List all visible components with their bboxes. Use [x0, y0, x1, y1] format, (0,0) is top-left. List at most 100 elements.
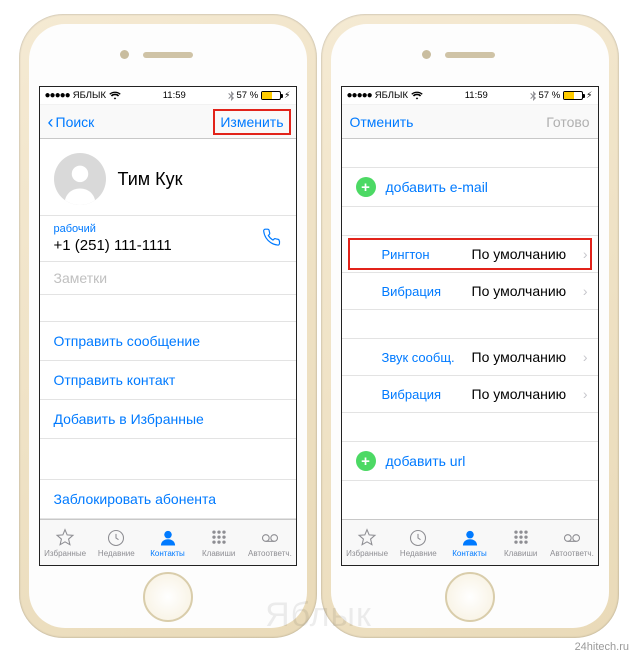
- cancel-label: Отменить: [350, 114, 414, 130]
- tab-label: Недавние: [98, 549, 135, 558]
- battery-icon: [261, 91, 281, 100]
- plus-icon: +: [356, 177, 376, 197]
- tab-voicemail[interactable]: Автоответч.: [244, 520, 295, 565]
- call-icon[interactable]: [262, 227, 282, 250]
- tab-label: Клавиши: [504, 549, 537, 558]
- clock: 11:59: [465, 90, 488, 101]
- contact-header: Тим Кук: [40, 139, 296, 215]
- add-url-label: добавить url: [386, 453, 466, 469]
- screen-right: ●●●●● ЯБЛЫК 11:59 57 % ⚡︎: [341, 86, 599, 566]
- keypad-icon: [208, 528, 230, 548]
- contact-name: Тим Кук: [118, 169, 183, 190]
- add-favorite-button[interactable]: Добавить в Избранные: [40, 399, 296, 439]
- tab-label: Недавние: [400, 549, 437, 558]
- star-icon: [54, 528, 76, 548]
- vibration2-label: Вибрация: [382, 387, 472, 402]
- charging-icon: ⚡︎: [586, 90, 592, 101]
- phone-row[interactable]: рабочий +1 (251) 111-1111: [40, 215, 296, 261]
- chevron-right-icon: ›: [583, 386, 588, 402]
- keypad-icon: [510, 528, 532, 548]
- person-icon: [157, 528, 179, 548]
- phone-right: ●●●●● ЯБЛЫК 11:59 57 % ⚡︎: [321, 14, 619, 638]
- nav-bar: ‹ Поиск Изменить: [40, 105, 296, 139]
- wifi-icon: [109, 91, 121, 100]
- text-tone-value: По умолчанию: [472, 349, 583, 365]
- done-button[interactable]: Готово: [546, 114, 589, 130]
- bluetooth-icon: [228, 91, 234, 101]
- ringtone-label: Рингтон: [382, 247, 472, 262]
- credit: 24hitech.ru: [575, 641, 629, 653]
- chevron-right-icon: ›: [583, 283, 588, 299]
- tab-label: Контакты: [150, 549, 185, 558]
- voicemail-icon: [561, 528, 583, 548]
- tab-keypad[interactable]: Клавиши: [495, 520, 546, 565]
- wifi-icon: [411, 91, 423, 100]
- clock-icon: [407, 528, 429, 548]
- plus-icon: +: [356, 451, 376, 471]
- chevron-right-icon: ›: [583, 349, 588, 365]
- tab-label: Автоответч.: [248, 549, 292, 558]
- battery-icon: [563, 91, 583, 100]
- carrier-label: ЯБЛЫК: [375, 90, 408, 101]
- edit-label: Изменить: [220, 114, 283, 130]
- tab-label: Избранные: [44, 549, 86, 558]
- back-button[interactable]: ‹ Поиск: [48, 113, 95, 131]
- chevron-left-icon: ‹: [48, 113, 54, 131]
- send-message-button[interactable]: Отправить сообщение: [40, 321, 296, 360]
- tab-label: Контакты: [452, 549, 487, 558]
- front-camera: [120, 50, 129, 59]
- text-tone-label: Звук сообщ.: [382, 350, 472, 365]
- clock-icon: [105, 528, 127, 548]
- tab-label: Избранные: [346, 549, 388, 558]
- tab-contacts[interactable]: Контакты: [142, 520, 193, 565]
- avatar: [54, 153, 106, 205]
- tab-bar: Избранные Недавние Контакты Клавиши: [40, 519, 296, 565]
- status-bar: ●●●●● ЯБЛЫК 11:59 57 % ⚡︎: [40, 87, 296, 105]
- screen-left: ●●●●● ЯБЛЫК 11:59 57 % ⚡︎: [39, 86, 297, 566]
- speaker-slot: [445, 52, 495, 58]
- tab-contacts[interactable]: Контакты: [444, 520, 495, 565]
- speaker-slot: [143, 52, 193, 58]
- home-button[interactable]: [445, 572, 495, 622]
- tab-recents[interactable]: Недавние: [393, 520, 444, 565]
- tab-favorites[interactable]: Избранные: [342, 520, 393, 565]
- phone-left: ●●●●● ЯБЛЫК 11:59 57 % ⚡︎: [19, 14, 317, 638]
- tab-voicemail[interactable]: Автоответч.: [546, 520, 597, 565]
- vibration-row[interactable]: Вибрация По умолчанию ›: [342, 272, 598, 310]
- ringtone-value: По умолчанию: [472, 246, 583, 262]
- send-contact-button[interactable]: Отправить контакт: [40, 360, 296, 399]
- notes-field[interactable]: Заметки: [40, 261, 296, 295]
- home-button[interactable]: [143, 572, 193, 622]
- clock: 11:59: [163, 90, 186, 101]
- edit-button[interactable]: Изменить: [216, 112, 287, 132]
- add-url-button[interactable]: + добавить url: [342, 441, 598, 481]
- add-email-label: добавить e-mail: [386, 179, 488, 195]
- carrier-label: ЯБЛЫК: [73, 90, 106, 101]
- vibration-value: По умолчанию: [472, 283, 583, 299]
- cancel-button[interactable]: Отменить: [350, 114, 414, 130]
- vibration2-row[interactable]: Вибрация По умолчанию ›: [342, 375, 598, 413]
- phone-type-label: рабочий: [54, 223, 282, 235]
- star-icon: [356, 528, 378, 548]
- tab-recents[interactable]: Недавние: [91, 520, 142, 565]
- vibration-label: Вибрация: [382, 284, 472, 299]
- vibration2-value: По умолчанию: [472, 386, 583, 402]
- add-email-button[interactable]: + добавить e-mail: [342, 167, 598, 207]
- charging-icon: ⚡︎: [284, 90, 290, 101]
- voicemail-icon: [259, 528, 281, 548]
- front-camera: [422, 50, 431, 59]
- battery-pct: 57 %: [237, 90, 259, 101]
- bluetooth-icon: [530, 91, 536, 101]
- tab-bar: Избранные Недавние Контакты Клавиши: [342, 519, 598, 565]
- nav-bar: Отменить Готово: [342, 105, 598, 139]
- text-tone-row[interactable]: Звук сообщ. По умолчанию ›: [342, 338, 598, 375]
- ringtone-row[interactable]: Рингтон По умолчанию ›: [342, 235, 598, 272]
- person-icon: [459, 528, 481, 548]
- tab-keypad[interactable]: Клавиши: [193, 520, 244, 565]
- block-caller-button[interactable]: Заблокировать абонента: [40, 479, 296, 519]
- tab-label: Клавиши: [202, 549, 235, 558]
- tab-favorites[interactable]: Избранные: [40, 520, 91, 565]
- signal-dots-icon: ●●●●●: [45, 90, 70, 101]
- tab-label: Автоответч.: [550, 549, 594, 558]
- chevron-right-icon: ›: [583, 246, 588, 262]
